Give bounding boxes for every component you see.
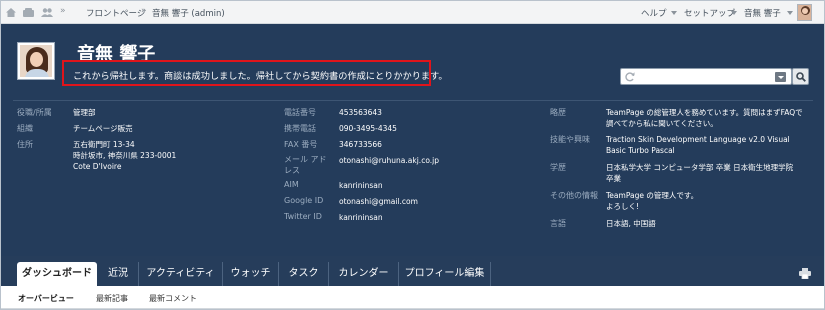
profile-panel: 音無 響子 これから帰社します。商談は成功しました。帰社してから契約書の作成にと… (1, 24, 824, 256)
help-menu[interactable]: ヘルプ (641, 7, 667, 19)
field-label: 携帯電話 (284, 124, 316, 133)
field-value: TeamPage の総管理人を務めています。質問はまずFAQで (606, 108, 803, 117)
breadcrumb-home[interactable]: フロントページ (86, 7, 145, 19)
search-button[interactable] (792, 68, 809, 85)
refresh-icon[interactable] (625, 72, 635, 82)
breadcrumb-separator: » (60, 6, 66, 16)
user-menu[interactable]: 音無 響子 (744, 7, 781, 19)
tab-calendar[interactable]: カレンダー (329, 262, 399, 286)
sub-navigation: オーバービュー 最新記事 最新コメント (1, 286, 824, 309)
field-value: Basic Turbo Pascal (606, 146, 675, 155)
field-label: Twitter ID (284, 212, 322, 221)
field-value: Cote D'Ivoire (73, 162, 122, 171)
breadcrumb-current: 音無 響子 (admin) (152, 9, 225, 19)
field-label: 住所 (17, 140, 33, 149)
search-icon (796, 72, 806, 82)
field-value: 管理部 (73, 108, 96, 117)
tab-bar: ダッシュボード 近況 アクティビティ ウォッチ タスク カレンダー プロフィール… (1, 256, 824, 286)
top-bar: » フロントページ » 音無 響子 (admin) ヘルプ セットアップ 音無 … (1, 1, 824, 24)
field-value: 453563643 (339, 108, 382, 117)
field-label: 電話番号 (284, 108, 316, 117)
chevron-down-icon[interactable] (787, 11, 793, 15)
highlight-box (62, 60, 431, 86)
field-label: AIM (284, 180, 299, 189)
field-value: 346733566 (339, 140, 382, 149)
subtab-overview[interactable]: オーバービュー (18, 293, 74, 304)
tab-edit-profile[interactable]: プロフィール編集 (399, 262, 491, 286)
field-value: 五右衛門町 13-34 (73, 140, 135, 149)
field-label: FAX 番号 (284, 140, 318, 149)
field-label: 学歴 (550, 163, 566, 172)
tab-watch[interactable]: ウォッチ (223, 262, 279, 286)
chevron-down-icon[interactable] (671, 11, 677, 15)
people-icon[interactable] (41, 8, 53, 17)
field-value: Traction Skin Development Language v2.0 … (606, 135, 790, 144)
field-value: TeamPage の管理人です。 (606, 191, 699, 200)
subtab-latest-comments[interactable]: 最新コメント (149, 293, 197, 304)
field-label: 言語 (550, 219, 566, 228)
field-value: 調べてから私に聞いてください。 (606, 119, 718, 128)
tab-activity[interactable]: アクティビティ (139, 262, 223, 286)
field-value: 090-3495-4345 (339, 124, 397, 133)
setup-menu[interactable]: セットアップ (684, 7, 735, 19)
subtab-latest-posts[interactable]: 最新記事 (96, 293, 128, 304)
field-label: Google ID (284, 196, 324, 205)
group-icon[interactable] (23, 8, 34, 17)
field-label: 役職/所属 (17, 108, 52, 117)
avatar[interactable] (797, 4, 812, 21)
field-value: 時計坂市, 神奈川県 233-0001 (73, 151, 177, 160)
chevron-down-icon[interactable] (731, 11, 737, 15)
field-value: 日本私学大学 コンピュータ学部 卒業 日本衛生地理学院 (606, 163, 794, 172)
tab-tasks[interactable]: タスク (279, 262, 329, 286)
dropdown-icon[interactable] (775, 72, 786, 82)
tab-status[interactable]: 近況 (98, 262, 139, 286)
field-label: 組織 (17, 124, 33, 133)
field-value: kanrininsan (339, 213, 383, 222)
field-label: メール アドレス (284, 155, 327, 175)
field-label: その他の情報 (550, 191, 598, 200)
breadcrumb-separator: » (141, 6, 147, 16)
profile-photo (17, 42, 55, 80)
field-value: kanrininsan (339, 181, 383, 190)
field-value: otonashi@gmail.com (339, 197, 418, 206)
field-value: 日本語, 中国語 (606, 219, 656, 228)
field-value: 卒業 (606, 174, 621, 183)
home-icon[interactable] (6, 8, 16, 17)
field-label: 技能や興味 (550, 135, 590, 144)
field-value: よろしく! (606, 202, 640, 211)
tab-dashboard[interactable]: ダッシュボード (17, 262, 97, 286)
field-value: チームページ販売 (73, 124, 133, 133)
print-icon[interactable] (799, 268, 811, 279)
search-input[interactable] (620, 68, 792, 85)
email-link[interactable]: otonashi@ruhuna.akj.co.jp (339, 155, 439, 167)
divider (13, 100, 813, 101)
field-label: 略歴 (550, 108, 566, 117)
